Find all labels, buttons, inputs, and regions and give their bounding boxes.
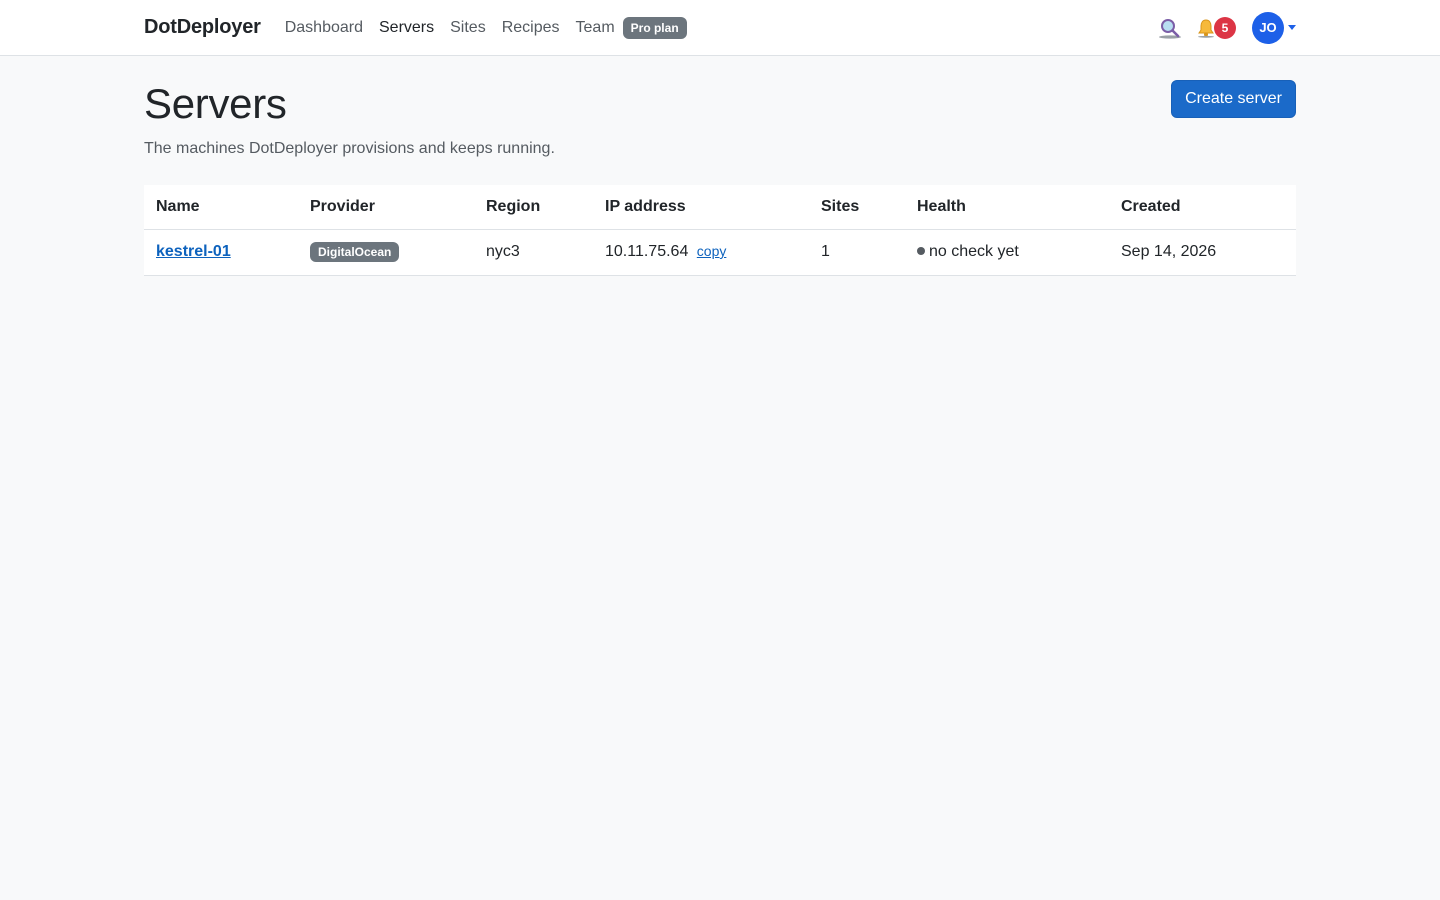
cell-health: no check yet <box>905 229 1109 276</box>
column-header-created[interactable]: Created <box>1109 185 1296 230</box>
page-subtitle: The machines DotDeployer provisions and … <box>144 140 555 157</box>
column-header-health[interactable]: Health <box>905 185 1109 230</box>
ip-address-value: 10.11.75.64 <box>605 243 689 260</box>
cell-sites: 1 <box>809 229 905 276</box>
brand-logo[interactable]: DotDeployer <box>144 16 261 39</box>
servers-table: Name Provider Region IP address Sites He… <box>144 185 1296 276</box>
column-header-name[interactable]: Name <box>144 185 298 230</box>
nav-link-dashboard[interactable]: Dashboard <box>285 19 363 37</box>
health-status-text: no check yet <box>929 243 1019 260</box>
nav-link-recipes[interactable]: Recipes <box>502 19 560 37</box>
table-header-row: Name Provider Region IP address Sites He… <box>144 185 1296 230</box>
cell-region: nyc3 <box>474 229 593 276</box>
cell-ip-address: 10.11.75.64 copy <box>593 229 809 276</box>
column-header-ip-address[interactable]: IP address <box>593 185 809 230</box>
health-status-dot-icon <box>917 246 925 255</box>
cell-name: kestrel-01 <box>144 229 298 276</box>
bell-icon <box>1198 18 1214 38</box>
navbar-actions: 5 JO <box>1156 11 1296 44</box>
nav-link-servers[interactable]: Servers <box>379 19 434 37</box>
chevron-down-icon <box>1288 25 1296 30</box>
column-header-sites[interactable]: Sites <box>809 185 905 230</box>
nav-link-sites[interactable]: Sites <box>450 19 486 37</box>
notifications-button[interactable]: 5 <box>1196 16 1236 39</box>
nav-link-team[interactable]: Team <box>576 19 615 37</box>
page-title: Servers <box>144 80 287 127</box>
column-header-region[interactable]: Region <box>474 185 593 230</box>
table-row: kestrel-01 DigitalOcean nyc3 10.11.75.64… <box>144 229 1296 276</box>
user-menu-toggle[interactable]: JO <box>1252 11 1296 44</box>
avatar: JO <box>1252 11 1284 44</box>
provider-badge: DigitalOcean <box>310 242 400 262</box>
column-header-provider[interactable]: Provider <box>298 185 474 230</box>
plan-badge: Pro plan <box>622 16 687 39</box>
search-icon <box>1159 18 1181 39</box>
server-name-link[interactable]: kestrel-01 <box>156 243 231 260</box>
notification-count-badge: 5 <box>1214 16 1236 39</box>
create-server-button[interactable]: Create server <box>1171 80 1296 118</box>
cell-created: Sep 14, 2026 <box>1109 229 1296 276</box>
navbar-container: DotDeployer Dashboard Servers Sites Reci… <box>144 0 1296 55</box>
search-button[interactable] <box>1156 14 1184 42</box>
top-navbar: DotDeployer Dashboard Servers Sites Reci… <box>0 0 1440 56</box>
main-content: Servers The machines DotDeployer provisi… <box>144 56 1296 276</box>
copy-ip-link[interactable]: copy <box>697 243 727 259</box>
cell-provider: DigitalOcean <box>298 229 474 276</box>
